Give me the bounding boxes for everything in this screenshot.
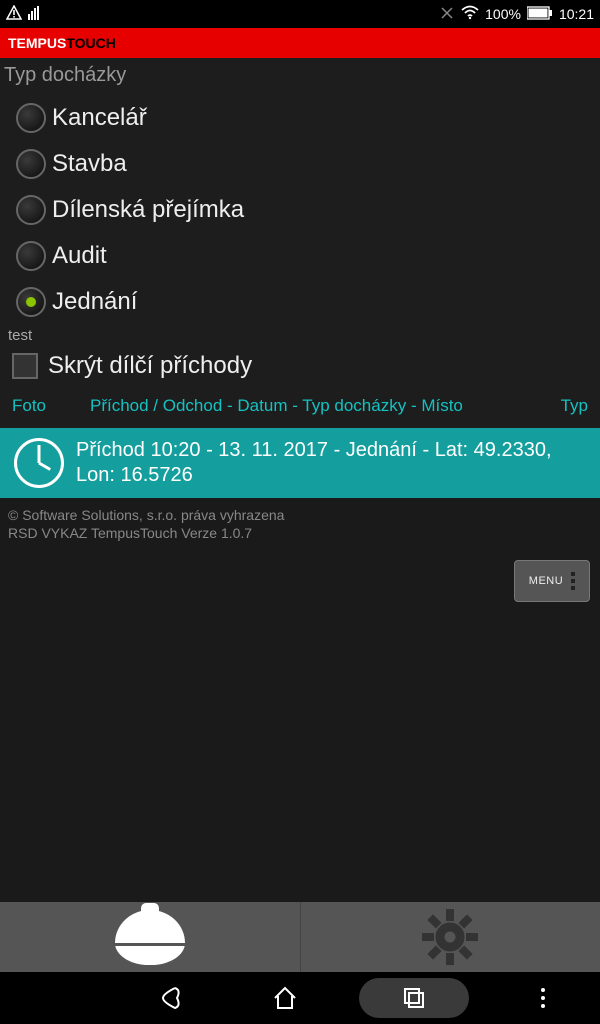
entry-text: Příchod 10:20 - 13. 11. 2017 - Jednání -… <box>76 438 592 488</box>
radio-icon <box>16 149 46 179</box>
radio-stavba[interactable]: Stavba <box>4 141 596 187</box>
checkbox-label: Skrýt dílčí příchody <box>48 352 252 380</box>
menu-button[interactable]: MENU <box>514 560 590 602</box>
nav-recent[interactable] <box>359 978 469 1018</box>
table-header: Foto Příchod / Odchod - Datum - Typ doch… <box>4 386 596 426</box>
radio-label: Audit <box>52 242 107 270</box>
radio-icon <box>16 241 46 271</box>
radio-icon <box>16 103 46 133</box>
copyright: © Software Solutions, s.r.o. práva vyhra… <box>8 506 592 524</box>
radio-dilenska[interactable]: Dílenská přejímka <box>4 187 596 233</box>
vibrate-icon <box>439 5 455 24</box>
brand-part2: TOUCH <box>66 35 116 51</box>
clock-text: 10:21 <box>559 6 594 22</box>
checkbox-icon <box>12 353 38 379</box>
section-label: Typ docházky <box>4 64 596 87</box>
radio-kancelar[interactable]: Kancelář <box>4 95 596 141</box>
attendance-entry[interactable]: Příchod 10:20 - 13. 11. 2017 - Jednání -… <box>0 428 600 498</box>
menu-label: MENU <box>529 575 563 587</box>
checkbox-skryt[interactable]: Skrýt dílčí příchody <box>4 346 596 386</box>
th-typ: Typ <box>542 396 588 416</box>
radio-audit[interactable]: Audit <box>4 233 596 279</box>
radio-label: Dílenská přejímka <box>52 196 244 224</box>
battery-icon <box>527 6 553 23</box>
radio-icon-selected <box>16 287 46 317</box>
app-header: TEMPUSTOUCH <box>0 28 600 58</box>
wifi-icon <box>461 5 479 24</box>
nav-back[interactable] <box>131 978 211 1018</box>
menu-dots-icon <box>571 572 575 590</box>
status-left-icons <box>6 5 42 24</box>
bottom-tabs <box>0 902 600 972</box>
tab-worker[interactable] <box>0 902 301 972</box>
th-main: Příchod / Odchod - Datum - Typ docházky … <box>90 396 542 416</box>
main-content: Typ docházky Kancelář Stavba Dílenská př… <box>0 58 600 428</box>
radio-icon <box>16 195 46 225</box>
brand-part1: TEMPUS <box>8 35 66 51</box>
version: RSD VYKAZ TempusTouch Verze 1.0.7 <box>8 524 592 542</box>
bars-icon <box>28 6 42 23</box>
radio-jednani[interactable]: Jednání <box>4 279 596 325</box>
warning-icon <box>6 5 22 24</box>
gear-icon <box>420 907 480 967</box>
radio-label: Kancelář <box>52 104 147 132</box>
dots-icon <box>541 988 545 1008</box>
th-foto: Foto <box>12 396 90 416</box>
nav-home[interactable] <box>245 978 325 1018</box>
footer-text: © Software Solutions, s.r.o. práva vyhra… <box>0 498 600 550</box>
tab-settings[interactable] <box>301 902 600 972</box>
status-bar: 100% 10:21 <box>0 0 600 28</box>
battery-text: 100% <box>485 6 521 22</box>
test-label: test <box>8 327 592 344</box>
clock-icon <box>14 438 64 488</box>
nav-menu[interactable] <box>503 978 583 1018</box>
nav-bar <box>0 972 600 1024</box>
status-right-icons: 100% 10:21 <box>439 5 594 24</box>
radio-label: Jednání <box>52 288 137 316</box>
helmet-icon <box>115 910 185 965</box>
radio-label: Stavba <box>52 150 127 178</box>
